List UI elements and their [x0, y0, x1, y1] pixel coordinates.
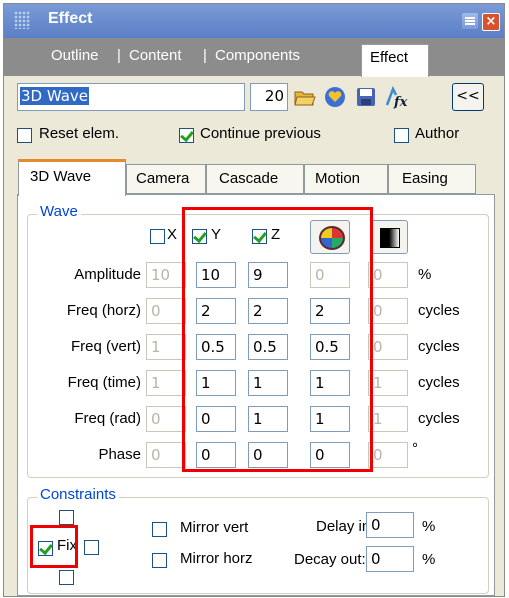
nav-content[interactable]: Content [129, 47, 182, 64]
cell-value: 0 [151, 302, 161, 320]
freq-vert-gradient-input: 0 [368, 334, 408, 360]
continue-previous-checkbox[interactable] [179, 128, 194, 143]
amplitude-unit: % [418, 266, 432, 283]
freq-rad-unit: cycles [418, 410, 460, 427]
freq-time-gradient-input: 1 [368, 370, 408, 396]
nav-effect[interactable]: Effect [361, 44, 429, 77]
nav-outline[interactable]: Outline [51, 47, 99, 64]
freq-horz-unit: cycles [418, 302, 460, 319]
effect-name-value: 3D Wave [20, 87, 90, 105]
delay-in-unit: % [422, 518, 436, 535]
nav-bar: Outline | Content | Components Effect [4, 38, 504, 77]
open-folder-icon[interactable] [293, 85, 317, 109]
cell-value: 0 [151, 446, 161, 464]
amplitude-label: Amplitude [74, 266, 141, 283]
decay-out-unit: % [422, 551, 436, 568]
tab-3d-wave[interactable]: 3D Wave [18, 159, 126, 196]
cell-value: 0 [371, 516, 381, 534]
freq-horz-x-input: 0 [146, 298, 186, 324]
cell-value: 0 [373, 302, 383, 320]
freq-time-x-input: 1 [146, 370, 186, 396]
delay-in-input[interactable]: 0 [366, 512, 414, 538]
phase-label: Phase [98, 446, 141, 463]
continue-previous-label: Continue previous [200, 125, 321, 142]
highlight-box [182, 207, 373, 472]
close-icon[interactable]: × [482, 13, 500, 31]
wave-legend: Wave [37, 203, 81, 220]
cell-value: 10 [151, 266, 171, 284]
gradient-icon [380, 228, 400, 248]
author-checkbox[interactable] [394, 128, 409, 143]
author-label: Author [415, 125, 460, 142]
mirror-horz-label: Mirror horz [180, 550, 253, 567]
reset-elem-label: Reset elem. [39, 125, 120, 142]
collapse-button[interactable]: << [452, 83, 484, 111]
tab-label: Motion [315, 170, 361, 187]
tab-label: Cascade [219, 170, 279, 187]
reset-elem-checkbox[interactable] [17, 128, 32, 143]
mirror-horz-checkbox[interactable] [152, 553, 167, 568]
effect-fx-icon[interactable]: fx [384, 85, 408, 109]
decay-out-label: Decay out: [294, 551, 366, 568]
cell-value: 0 [373, 446, 383, 464]
drag-grip-icon[interactable] [14, 11, 30, 29]
number-input[interactable]: 20 [250, 83, 288, 111]
phase-x-input: 0 [146, 442, 186, 468]
cell-value: 0 [373, 266, 383, 284]
effect-panel: Effect × Outline | Content | Components … [3, 3, 505, 597]
cell-value: 0 [371, 550, 381, 568]
nav-components[interactable]: Components [215, 47, 300, 64]
save-icon[interactable] [354, 85, 378, 109]
cell-value: 0 [373, 338, 383, 356]
fix-highlight-box [30, 525, 78, 568]
freq-vert-unit: cycles [418, 338, 460, 355]
freq-rad-x-input: 0 [146, 406, 186, 432]
axis-x-label: X [167, 226, 178, 243]
cell-value: 0 [151, 410, 161, 428]
decay-out-input[interactable]: 0 [366, 546, 414, 572]
axis-x-checkbox[interactable] [150, 229, 165, 244]
title-bar: Effect × [4, 4, 504, 38]
freq-rad-gradient-input: 1 [368, 406, 408, 432]
phase-unit: ° [412, 440, 418, 457]
tab-camera[interactable]: Camera [126, 164, 206, 194]
tab-motion[interactable]: Motion [304, 164, 388, 194]
cell-value: 1 [151, 374, 161, 392]
svg-text:fx: fx [393, 95, 408, 109]
nav-separator: | [117, 47, 121, 64]
tab-cascade[interactable]: Cascade [206, 164, 304, 194]
window-title: Effect [48, 10, 93, 27]
nav-effect-label: Effect [370, 49, 409, 66]
tab-label: Camera [136, 170, 190, 187]
amplitude-x-input: 10 [146, 262, 186, 288]
cell-value: 1 [373, 410, 383, 428]
number-value: 20 [264, 87, 284, 105]
freq-rad-label: Freq (rad) [74, 410, 141, 427]
menu-icon[interactable] [462, 13, 478, 29]
gradient-button[interactable] [370, 220, 408, 254]
mirror-vert-checkbox[interactable] [152, 522, 167, 537]
nav-separator: | [203, 47, 207, 64]
tab-label: 3D Wave [30, 168, 92, 185]
favorite-icon[interactable] [323, 85, 347, 109]
mirror-vert-label: Mirror vert [180, 519, 249, 536]
effect-name-input[interactable]: 3D Wave [17, 83, 245, 111]
freq-time-label: Freq (time) [67, 374, 141, 391]
cell-value: 1 [373, 374, 383, 392]
tab-label: Easing [402, 170, 448, 187]
freq-time-unit: cycles [418, 374, 460, 391]
freq-horz-label: Freq (horz) [66, 302, 141, 319]
amplitude-gradient-input: 0 [368, 262, 408, 288]
phase-gradient-input: 0 [368, 442, 408, 468]
cell-value: 1 [151, 338, 161, 356]
tab-easing[interactable]: Easing [388, 164, 476, 194]
constraints-legend: Constraints [37, 486, 119, 503]
freq-vert-x-input: 1 [146, 334, 186, 360]
freq-horz-gradient-input: 0 [368, 298, 408, 324]
constraint-right-checkbox[interactable] [84, 540, 99, 555]
constraint-bottom-checkbox[interactable] [59, 570, 74, 585]
freq-vert-label: Freq (vert) [70, 338, 141, 355]
constraint-top-checkbox[interactable] [59, 510, 74, 525]
